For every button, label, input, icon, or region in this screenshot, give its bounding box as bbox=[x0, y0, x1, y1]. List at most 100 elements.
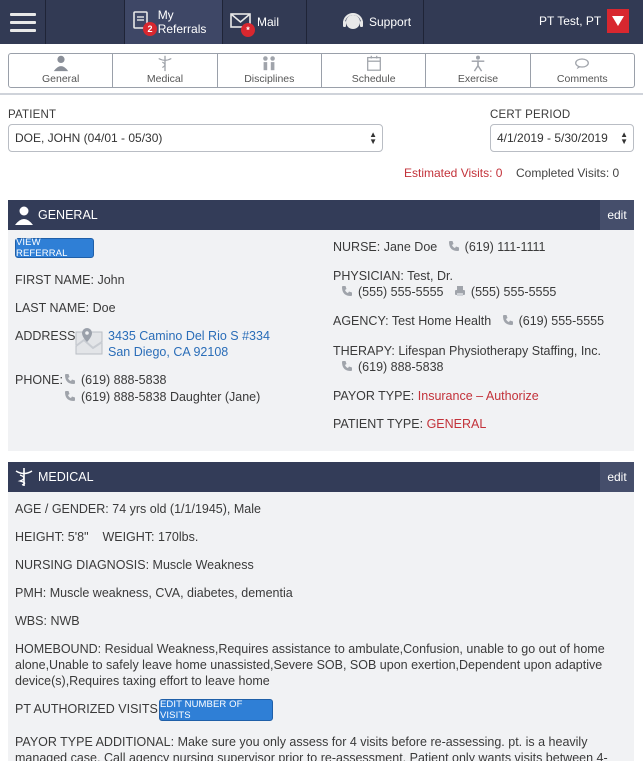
address-line1-link[interactable]: 3435 Camino Del Rio S #334 bbox=[108, 329, 270, 343]
physician-value: Test, Dr. bbox=[407, 269, 453, 283]
caduceus-icon bbox=[15, 468, 33, 486]
homebound-row: HOMEBOUND: Residual Weakness,Requires as… bbox=[15, 642, 605, 688]
agency-phone: (619) 555-5555 bbox=[518, 314, 605, 328]
tab-exercise-label: Exercise bbox=[457, 73, 499, 85]
physician-row: PHYSICIAN: Test, Dr. bbox=[333, 269, 453, 283]
support-icon bbox=[341, 10, 365, 34]
cert-period-select[interactable]: 4/1/2019 - 5/30/2019 ▲ ▼ bbox=[490, 124, 634, 152]
pmh-value: Muscle weakness, CVA, diabetes, dementia bbox=[49, 586, 293, 600]
edit-number-of-visits-button[interactable]: EDIT NUMBER OF VISITS bbox=[159, 699, 273, 721]
fax-icon bbox=[454, 286, 465, 296]
tab-group: General Medical Disciplines Schedule Exe… bbox=[8, 53, 635, 88]
menu-icon[interactable] bbox=[0, 0, 46, 44]
phone-2: (619) 888-5838 Daughter (Jane) bbox=[64, 390, 260, 404]
nav-my-referrals[interactable]: 2 My Referrals bbox=[124, 0, 223, 44]
general-section-body: VIEW REFERRAL FIRST NAME: John LAST NAME… bbox=[8, 230, 634, 451]
nursing-diagnosis-row: NURSING DIAGNOSIS: Muscle Weakness bbox=[15, 558, 254, 572]
payor-row: PAYOR TYPE: Insurance – Authorize bbox=[333, 389, 539, 403]
map-icon bbox=[75, 328, 103, 355]
nav-mail[interactable]: * Mail bbox=[223, 0, 306, 44]
tab-disciplines-label: Disciplines bbox=[244, 73, 295, 85]
medical-section-header: MEDICAL edit bbox=[8, 462, 634, 492]
referrals-badge: 2 bbox=[143, 22, 157, 36]
therapy-contact: (619) 888-5838 bbox=[341, 360, 443, 374]
therapy-phone: (619) 888-5838 bbox=[358, 360, 444, 374]
mail-badge: * bbox=[241, 23, 255, 37]
first-name-value: John bbox=[97, 273, 125, 287]
phone-icon bbox=[502, 315, 513, 325]
person-icon bbox=[53, 55, 68, 72]
phone-label: PHONE: bbox=[15, 373, 63, 387]
pt-authorized-row: PT AUTHORIZED VISITS: 5 bbox=[15, 702, 172, 716]
medical-title: MEDICAL bbox=[38, 470, 94, 484]
age-gender-row: AGE / GENDER: 74 yrs old (1/1/1945), Mal… bbox=[15, 502, 261, 516]
nav-my-referrals-label: My Referrals bbox=[157, 8, 207, 36]
user-name[interactable]: PT Test, PT bbox=[539, 14, 601, 28]
therapy-row: THERAPY: Lifespan Physiotherapy Staffing… bbox=[333, 344, 601, 358]
last-name-row: LAST NAME: Doe bbox=[15, 301, 116, 315]
pmh-row: PMH: Muscle weakness, CVA, diabetes, dem… bbox=[15, 586, 293, 600]
agency-row: AGENCY: Test Home Health (619) 555-5555 bbox=[333, 314, 605, 328]
tab-medical[interactable]: Medical bbox=[113, 54, 218, 87]
general-section-header: GENERAL edit bbox=[8, 200, 634, 230]
tab-comments-label: Comments bbox=[556, 73, 608, 85]
height-value: 5'8" bbox=[67, 530, 89, 544]
tab-disciplines[interactable]: Disciplines bbox=[218, 54, 322, 87]
person-icon bbox=[15, 206, 33, 225]
tab-schedule-label: Schedule bbox=[351, 73, 396, 85]
nurse-value: Jane Doe bbox=[383, 240, 438, 254]
medical-edit-button[interactable]: edit bbox=[600, 462, 634, 492]
cert-period-value: 4/1/2019 - 5/30/2019 bbox=[497, 131, 608, 145]
completed-visits: Completed Visits: 0 bbox=[516, 166, 620, 180]
patient-type-row: PATIENT TYPE: GENERAL bbox=[333, 417, 487, 431]
referrals-icon: 2 bbox=[131, 10, 157, 36]
nav-support-label: Support bbox=[369, 15, 412, 29]
select-arrows-icon: ▲ ▼ bbox=[369, 130, 377, 146]
weight-value: 170lbs. bbox=[158, 530, 199, 544]
height-weight-row: HEIGHT: 5'8" WEIGHT: 170lbs. bbox=[15, 530, 199, 544]
calendar-icon bbox=[366, 55, 381, 71]
general-edit-button[interactable]: edit bbox=[600, 200, 634, 230]
user-dropdown-button[interactable] bbox=[607, 9, 629, 33]
therapy-value: Lifespan Physiotherapy Staffing, Inc. bbox=[398, 344, 601, 358]
phone-1: (619) 888-5838 bbox=[64, 373, 166, 387]
payor-value: Insurance – Authorize bbox=[417, 389, 539, 403]
tab-schedule[interactable]: Schedule bbox=[322, 54, 427, 87]
comment-icon bbox=[575, 58, 590, 70]
patient-select[interactable]: DOE, JOHN (04/01 - 05/30) ▲ ▼ bbox=[8, 124, 383, 152]
first-name-row: FIRST NAME: John bbox=[15, 273, 125, 287]
physician-contact: (555) 555-5555 (555) 555-5555 bbox=[341, 285, 556, 299]
agency-value: Test Home Health bbox=[391, 314, 492, 328]
nurse-phone: (619) 111-1111 bbox=[464, 240, 546, 254]
medical-section-body: AGE / GENDER: 74 yrs old (1/1/1945), Mal… bbox=[8, 492, 634, 761]
tab-exercise[interactable]: Exercise bbox=[426, 54, 531, 87]
tabs-bar: General Medical Disciplines Schedule Exe… bbox=[0, 44, 643, 95]
select-arrows-icon: ▲ ▼ bbox=[620, 130, 628, 146]
cert-period-label: CERT PERIOD bbox=[490, 109, 571, 121]
phone-icon bbox=[448, 241, 459, 251]
general-title: GENERAL bbox=[38, 208, 98, 222]
age-gender-value: 74 yrs old (1/1/1945), Male bbox=[112, 502, 261, 516]
last-name-value: Doe bbox=[92, 301, 116, 315]
homebound-value: Residual Weakness,Requires assistance to… bbox=[15, 642, 605, 688]
view-referral-button[interactable]: VIEW REFERRAL bbox=[15, 237, 94, 259]
tab-medical-label: Medical bbox=[146, 73, 184, 85]
wbs-value: NWB bbox=[50, 614, 80, 628]
phone-icon bbox=[65, 391, 75, 401]
phone-icon bbox=[342, 286, 352, 296]
nursing-diagnosis-value: Muscle Weakness bbox=[152, 558, 254, 572]
patient-label: PATIENT bbox=[8, 109, 57, 121]
nav-support[interactable]: Support bbox=[306, 0, 424, 44]
patient-type-value: GENERAL bbox=[426, 417, 487, 431]
physician-phone: (555) 555-5555 bbox=[358, 285, 444, 299]
nurse-row: NURSE: Jane Doe (619) 111-1111 bbox=[333, 240, 546, 254]
tab-general-label: General bbox=[41, 73, 80, 85]
tab-comments[interactable]: Comments bbox=[531, 54, 634, 87]
phone-icon bbox=[342, 361, 352, 371]
tab-general[interactable]: General bbox=[9, 54, 114, 87]
mail-icon: * bbox=[229, 10, 255, 37]
phone-icon bbox=[65, 374, 75, 384]
exercise-icon bbox=[471, 55, 485, 72]
address-line2-link[interactable]: San Diego, CA 92108 bbox=[108, 345, 228, 359]
chevron-down-icon bbox=[612, 16, 624, 26]
